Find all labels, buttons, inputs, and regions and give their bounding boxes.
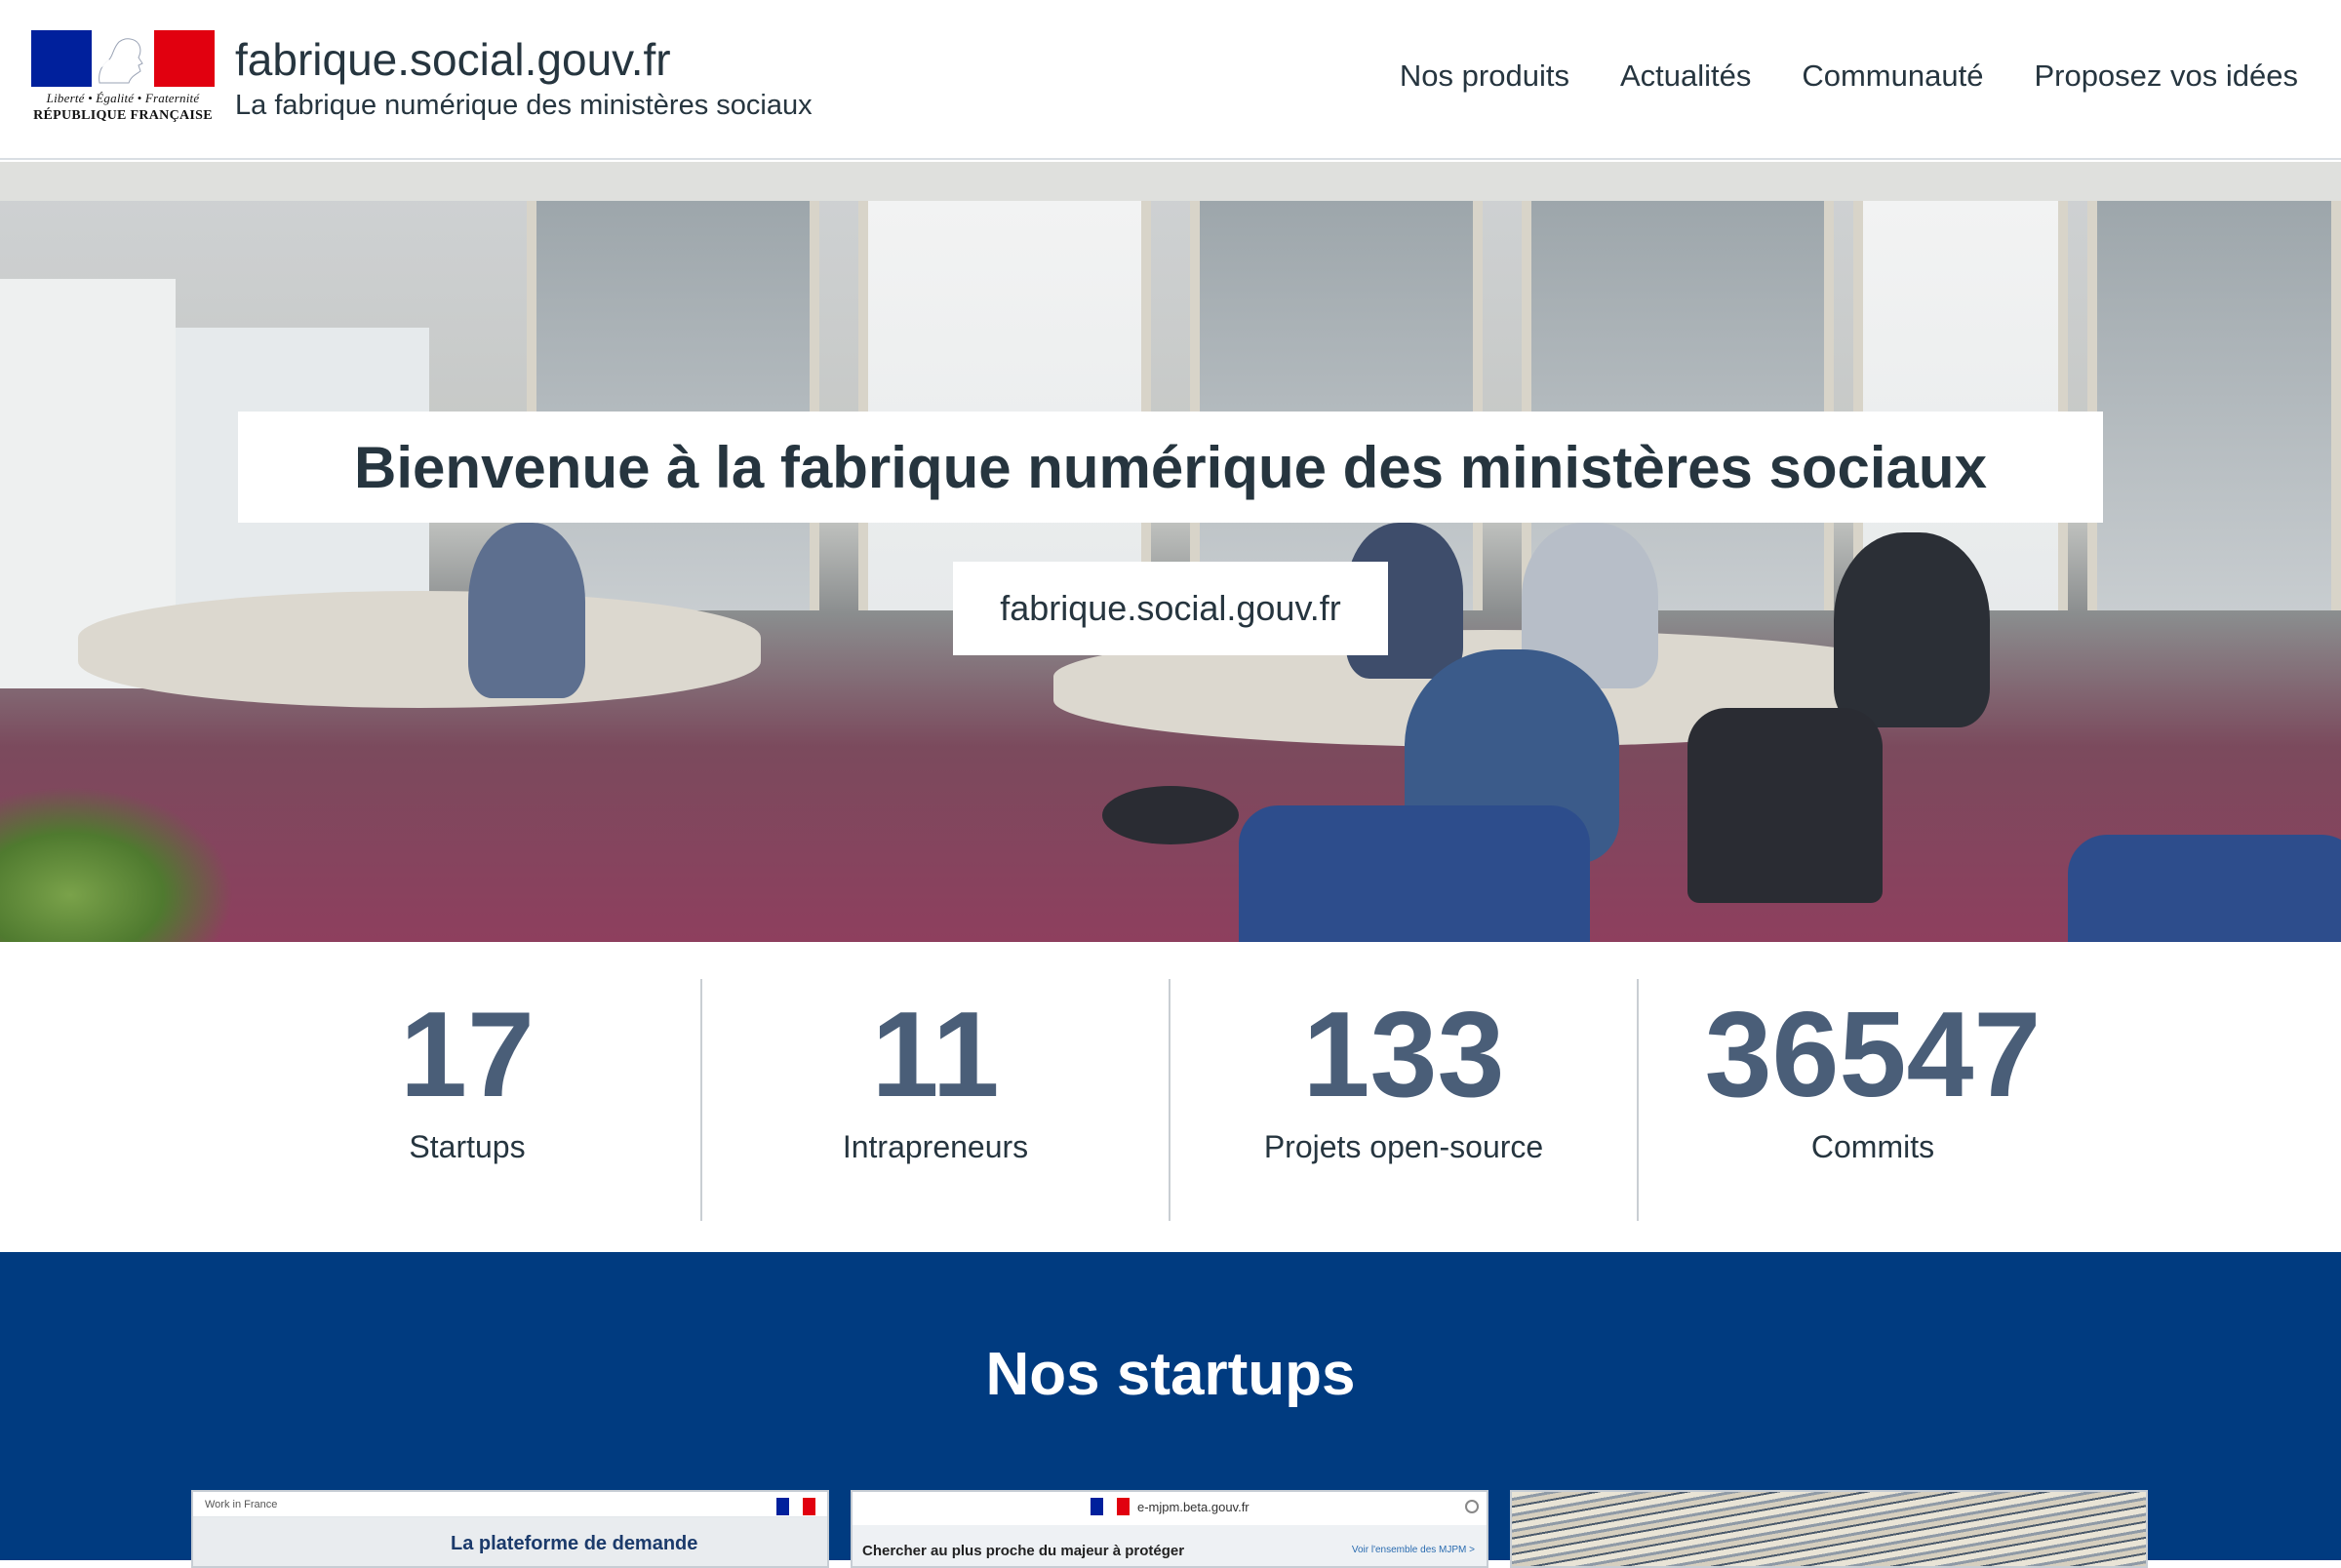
main-nav: Nos produits Actualités Communauté Propo… [1400, 59, 2298, 94]
nav-item-nos-produits[interactable]: Nos produits [1400, 59, 1569, 94]
nav-item-communaute[interactable]: Communauté [1802, 59, 1983, 94]
stat-label: Startups [409, 1129, 526, 1164]
startup-card-books[interactable] [1510, 1490, 2148, 1568]
card-headline: Chercher au plus proche du majeur à prot… [862, 1543, 1185, 1559]
marianne-icon [92, 38, 143, 84]
stat-label: Commits [1810, 1129, 1935, 1164]
stat-value: 17 [400, 988, 535, 1122]
stat-startups: 17 Startups [233, 979, 701, 1221]
site-title[interactable]: fabrique.social.gouv.fr [235, 33, 671, 86]
power-icon [1465, 1500, 1479, 1513]
startups-section: Nos startups Work in France La plateform… [0, 1252, 2341, 1568]
startup-card-e-mjpm[interactable]: e-mjpm.beta.gouv.fr Chercher au plus pro… [851, 1490, 1488, 1568]
site-subtitle: La fabrique numérique des ministères soc… [235, 90, 813, 121]
startup-card-work-in-france[interactable]: Work in France La plateforme de demande [191, 1490, 829, 1568]
hero-title: Bienvenue à la fabrique numérique des mi… [354, 434, 1987, 500]
stat-open-source: 133 Projets open-source [1170, 979, 1638, 1221]
card-flag-icon [776, 1498, 815, 1515]
card-top-label: Work in France [193, 1492, 827, 1517]
hero-url-label: fabrique.social.gouv.fr [953, 562, 1388, 655]
stat-value: 133 [1302, 988, 1505, 1122]
stat-value: 11 [871, 988, 1000, 1122]
stat-label: Intrapreneurs [842, 1129, 1029, 1164]
devise-text: Liberté • Égalité • Fraternité [46, 91, 200, 105]
card-link[interactable]: Voir l'ensemble des MJPM > [1352, 1545, 1475, 1555]
stat-label: Projets open-source [1263, 1129, 1544, 1164]
site-header: Liberté • Égalité • Fraternité RÉPUBLIQU… [0, 0, 2341, 160]
nav-item-proposez-vos-idees[interactable]: Proposez vos idées [2034, 59, 2298, 94]
hero-title-box: Bienvenue à la fabrique numérique des mi… [238, 412, 2103, 523]
startups-title: Nos startups [985, 1341, 1356, 1408]
stat-commits: 36547 Commits [1639, 979, 2107, 1221]
nav-item-actualites[interactable]: Actualités [1620, 59, 1751, 94]
republique-francaise-logo[interactable]: Liberté • Égalité • Fraternité RÉPUBLIQU… [31, 30, 215, 128]
card-flag-icon [1091, 1498, 1130, 1515]
french-flag [31, 30, 215, 87]
hero-banner: Bienvenue à la fabrique numérique des mi… [0, 162, 2341, 942]
stat-value: 36547 [1704, 988, 2042, 1122]
republique-francaise-text: RÉPUBLIQUE FRANÇAISE [33, 108, 213, 123]
stat-intrapreneurs: 11 Intrapreneurs [701, 979, 1170, 1221]
stats-section: 17 Startups 11 Intrapreneurs 133 Projets… [0, 942, 2341, 1252]
card-top-label: e-mjpm.beta.gouv.fr [1137, 1500, 1250, 1514]
card-headline: La plateforme de demande [451, 1533, 698, 1554]
